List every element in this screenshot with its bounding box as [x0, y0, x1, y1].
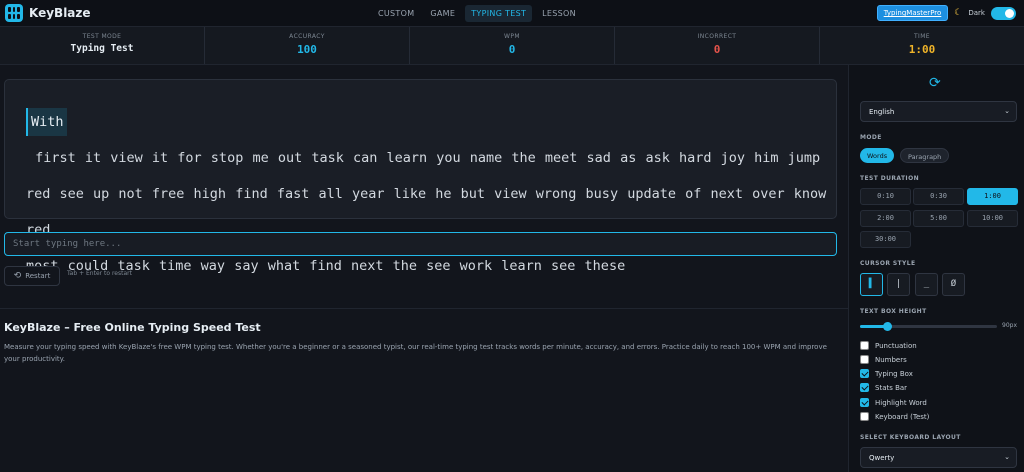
mode-words-button[interactable]: Words	[860, 148, 895, 163]
checkbox[interactable]	[860, 412, 869, 421]
stat-value: 0	[713, 43, 721, 56]
checkbox[interactable]	[860, 398, 869, 407]
dark-mode-label: Dark	[968, 9, 985, 17]
chevron-down-icon: ⌄	[1004, 107, 1010, 115]
option-label: Typing Box	[875, 369, 913, 378]
language-select[interactable]: English ⌄	[860, 101, 1017, 122]
checkbox[interactable]	[860, 369, 869, 378]
duration-5-00[interactable]: 5:00	[913, 210, 964, 227]
moon-icon: ☾	[954, 8, 963, 18]
line-1-text: first it view it for stop me out task ca…	[26, 150, 821, 166]
stat-value: Typing Test	[70, 43, 134, 54]
info-title: KeyBlaze – Free Online Typing Speed Test	[4, 321, 261, 334]
text-box-height-value: 90px	[1002, 322, 1017, 329]
option-numbers[interactable]: Numbers	[860, 355, 907, 364]
typing-input[interactable]	[4, 232, 837, 256]
refresh-icon: ⟲	[13, 271, 22, 281]
current-word: With	[26, 108, 67, 136]
duration-30-00[interactable]: 30:00	[860, 231, 911, 248]
checkbox[interactable]	[860, 383, 869, 392]
mode-paragraph-button[interactable]: Paragraph	[900, 148, 950, 163]
keyboard-layout-select[interactable]: Qwerty ⌄	[860, 447, 1017, 468]
checkbox[interactable]	[860, 341, 869, 350]
stat-label: ACCURACY	[289, 33, 325, 40]
cursor-style-label: CURSOR STYLE	[860, 260, 916, 267]
stat-label: WPM	[504, 33, 520, 40]
restart-hint: Tab + Enter to restart	[67, 270, 132, 277]
restart-label: Restart	[25, 272, 51, 280]
duration-0-30[interactable]: 0:30	[913, 188, 964, 205]
language-value: English	[869, 108, 895, 116]
main-nav: CUSTOM GAME TYPING TEST LESSON	[372, 5, 582, 22]
app-name: KeyBlaze	[29, 6, 91, 20]
cursor-block-button[interactable]: ▌	[860, 273, 883, 296]
stat-label: TEST MODE	[82, 33, 122, 40]
settings-sidebar: ⟳ English ⌄ MODE Words Paragraph TEST DU…	[848, 65, 1024, 472]
keyboard-logo-icon	[5, 4, 23, 22]
stat-incorrect: INCORRECT 0	[615, 27, 820, 64]
option-label: Numbers	[875, 355, 907, 364]
duration-1-00[interactable]: 1:00	[967, 188, 1018, 205]
text-box-height-label: TEXT BOX HEIGHT	[860, 308, 927, 315]
stat-value: 0	[508, 43, 516, 56]
cursor-off-button[interactable]: Ø	[942, 273, 965, 296]
option-punctuation[interactable]: Punctuation	[860, 341, 917, 350]
text-box-height-slider[interactable]	[860, 322, 997, 331]
stat-time: TIME 1:00	[820, 27, 1024, 64]
tab-custom[interactable]: CUSTOM	[372, 5, 420, 22]
top-navbar: KeyBlaze CUSTOM GAME TYPING TEST LESSON …	[0, 0, 1024, 27]
dark-mode-toggle[interactable]	[991, 6, 1016, 20]
slider-thumb[interactable]	[883, 322, 893, 331]
option-stats-bar[interactable]: Stats Bar	[860, 383, 907, 392]
stats-bar: TEST MODE Typing Test ACCURACY 100 WPM 0…	[0, 27, 1024, 65]
typingmasterpro-button[interactable]: TypingMasterPro	[876, 5, 949, 21]
duration-0-10[interactable]: 0:10	[860, 188, 911, 205]
typing-text-box[interactable]: With first it view it for stop me out ta…	[4, 79, 837, 274]
option-label: Punctuation	[875, 341, 917, 350]
stat-label: TIME	[913, 33, 930, 40]
keyboard-layout-value: Qwerty	[869, 454, 895, 462]
stat-test-mode: TEST MODE Typing Test	[0, 27, 205, 64]
tab-lesson[interactable]: LESSON	[536, 5, 582, 22]
option-label: Stats Bar	[875, 383, 908, 392]
stat-accuracy: ACCURACY 100	[205, 27, 410, 64]
stat-value: 100	[297, 43, 317, 56]
mode-label: MODE	[860, 134, 882, 141]
keyboard-layout-label: SELECT KEYBOARD LAYOUT	[860, 434, 961, 441]
logo[interactable]: KeyBlaze	[5, 4, 91, 22]
tab-game[interactable]: GAME	[424, 5, 461, 22]
tab-typing-test[interactable]: TYPING TEST	[465, 5, 533, 22]
option-label: Keyboard (Test)	[875, 412, 930, 421]
word-list: With first it view it for stop me out ta…	[26, 104, 836, 284]
duration-2-00[interactable]: 2:00	[860, 210, 911, 227]
stat-label: INCORRECT	[697, 33, 737, 40]
test-duration-label: TEST DURATION	[860, 175, 919, 182]
cursor-underline-button[interactable]: _	[915, 273, 938, 296]
cursor-line-button[interactable]: |	[887, 273, 910, 296]
option-label: Highlight Word	[875, 398, 927, 407]
stat-wpm: WPM 0	[410, 27, 615, 64]
option-typing-box[interactable]: Typing Box	[860, 369, 913, 378]
checkbox[interactable]	[860, 355, 869, 364]
info-description: Measure your typing speed with KeyBlaze'…	[4, 343, 827, 363]
stat-value: 1:00	[908, 43, 936, 56]
option-highlight-word[interactable]: Highlight Word	[860, 398, 927, 407]
refresh-icon[interactable]: ⟳	[929, 75, 941, 91]
option-keyboard-test[interactable]: Keyboard (Test)	[860, 412, 929, 421]
duration-10-00[interactable]: 10:00	[967, 210, 1018, 227]
restart-button[interactable]: ⟲ Restart	[4, 266, 60, 286]
divider	[0, 308, 848, 309]
chevron-down-icon: ⌄	[1004, 453, 1010, 461]
